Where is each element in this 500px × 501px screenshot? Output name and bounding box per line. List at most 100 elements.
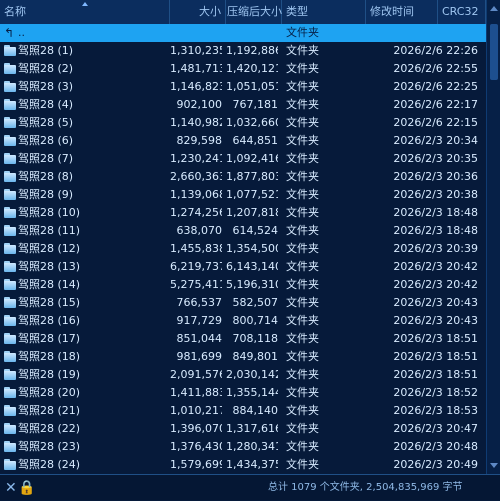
row-compressed-size: 849,801 — [232, 350, 279, 363]
row-type: 文件夹 — [286, 152, 319, 165]
folder-icon — [4, 189, 16, 200]
folder-row[interactable]: 驾照28 (8) 2,660,363 1,877,803 文件夹 2026/2/3 20… — [0, 168, 486, 186]
folder-row[interactable]: 驾照28 (2) 1,481,713 1,420,121 文件夹 2026/2/6 22… — [0, 60, 486, 78]
row-size: 1,139,068 — [170, 188, 222, 201]
row-name: .. — [18, 26, 25, 39]
row-modified: 2026/2/3 18:51 — [393, 332, 478, 345]
vertical-scrollbar[interactable] — [486, 0, 500, 474]
row-modified: 2026/2/6 22:26 — [393, 44, 478, 57]
folder-row[interactable]: 驾照28 (11) 638,070 614,524 文件夹 2026/2/3 18:48 — [0, 222, 486, 240]
row-name: 驾照28 (1) — [18, 44, 74, 57]
row-name: 驾照28 (11) — [18, 224, 81, 237]
row-type: 文件夹 — [286, 278, 319, 291]
row-type: 文件夹 — [286, 242, 319, 255]
row-compressed-size: 582,507 — [232, 296, 279, 309]
folder-row[interactable]: 驾照28 (10) 1,274,256 1,207,818 文件夹 2026/2/3 1… — [0, 204, 486, 222]
row-size: 1,579,699 — [170, 458, 222, 471]
folder-row[interactable]: 驾照28 (16) 917,729 800,714 文件夹 2026/2/3 20:43 — [0, 312, 486, 330]
folder-row[interactable]: 驾照28 (4) 902,100 767,181 文件夹 2026/2/6 22:17 — [0, 96, 486, 114]
folder-row[interactable]: 驾照28 (7) 1,230,241 1,092,416 文件夹 2026/2/3 20… — [0, 150, 486, 168]
row-compressed-size: 1,051,051 — [226, 80, 278, 93]
folder-row[interactable]: 驾照28 (18) 981,699 849,801 文件夹 2026/2/3 18:51 — [0, 348, 486, 366]
row-type: 文件夹 — [286, 134, 319, 147]
row-type: 文件夹 — [286, 44, 319, 57]
column-header-modified[interactable]: 修改时间 — [366, 0, 438, 24]
row-modified: 2026/2/3 20:49 — [393, 458, 478, 471]
folder-row[interactable]: 驾照28 (22) 1,396,070 1,317,616 文件夹 2026/2/3 2… — [0, 420, 486, 438]
folder-icon — [4, 459, 16, 470]
row-size: 1,481,713 — [170, 62, 222, 75]
folder-row[interactable]: 驾照28 (24) 1,579,699 1,434,375 文件夹 2026/2/3 2… — [0, 456, 486, 474]
row-size: 6,219,737 — [170, 260, 222, 273]
row-type: 文件夹 — [286, 206, 319, 219]
folder-row[interactable]: 驾照28 (19) 2,091,576 2,030,142 文件夹 2026/2/3 1… — [0, 366, 486, 384]
folder-icon — [4, 441, 16, 452]
column-header-name[interactable]: 名称 — [0, 0, 170, 24]
scroll-down-arrow-icon[interactable] — [490, 463, 498, 468]
row-modified: 2026/2/3 20:38 — [393, 188, 478, 201]
folder-row[interactable]: 驾照28 (5) 1,140,982 1,032,660 文件夹 2026/2/6 22… — [0, 114, 486, 132]
folder-row[interactable]: 驾照28 (6) 829,598 644,851 文件夹 2026/2/3 20:34 — [0, 132, 486, 150]
folder-row[interactable]: 驾照28 (21) 1,010,217 884,140 文件夹 2026/2/3 18:… — [0, 402, 486, 420]
row-type: 文件夹 — [286, 80, 319, 93]
row-size: 638,070 — [176, 224, 223, 237]
folder-row[interactable]: 驾照28 (20) 1,411,883 1,355,144 文件夹 2026/2/3 1… — [0, 384, 486, 402]
row-type: 文件夹 — [286, 314, 319, 327]
row-type: 文件夹 — [286, 386, 319, 399]
folder-row[interactable]: 驾照28 (12) 1,455,838 1,354,500 文件夹 2026/2/3 2… — [0, 240, 486, 258]
folder-row[interactable]: 驾照28 (9) 1,139,068 1,077,521 文件夹 2026/2/3 20… — [0, 186, 486, 204]
row-modified: 2026/2/3 20:35 — [393, 152, 478, 165]
folder-row[interactable]: 驾照28 (15) 766,537 582,507 文件夹 2026/2/3 20:43 — [0, 294, 486, 312]
scroll-up-arrow-icon[interactable] — [490, 6, 498, 11]
row-size: 1,140,982 — [170, 116, 222, 129]
row-compressed-size: 1,077,521 — [226, 188, 278, 201]
lock-icon[interactable]: 🔒 — [18, 480, 35, 496]
column-header-name-label: 名称 — [4, 5, 26, 18]
folder-icon — [4, 261, 16, 272]
row-size: 1,010,217 — [170, 404, 222, 417]
folder-icon — [4, 333, 16, 344]
row-compressed-size: 1,355,144 — [226, 386, 278, 399]
row-size: 2,091,576 — [170, 368, 222, 381]
row-compressed-size: 5,196,310 — [226, 278, 278, 291]
folder-row[interactable]: 驾照28 (1) 1,310,235 1,192,886 文件夹 2026/2/6 22… — [0, 42, 486, 60]
folder-row[interactable]: 驾照28 (23) 1,376,430 1,280,341 文件夹 2026/2/3 2… — [0, 438, 486, 456]
row-modified: 2026/2/3 20:42 — [393, 260, 478, 273]
row-name: 驾照28 (19) — [18, 368, 81, 381]
row-type: 文件夹 — [286, 116, 319, 129]
row-size: 1,376,430 — [170, 440, 222, 453]
column-header-crc[interactable]: CRC32 — [438, 0, 486, 24]
row-modified: 2026/2/3 18:53 — [393, 404, 478, 417]
scrollbar-thumb[interactable] — [490, 24, 498, 80]
row-name: 驾照28 (6) — [18, 134, 74, 147]
row-size: 766,537 — [176, 296, 223, 309]
row-size: 2,660,363 — [170, 170, 222, 183]
row-name: 驾照28 (2) — [18, 62, 74, 75]
row-compressed-size: 1,420,121 — [226, 62, 278, 75]
row-compressed-size: 800,714 — [232, 314, 279, 327]
row-name: 驾照28 (3) — [18, 80, 74, 93]
row-type: 文件夹 — [286, 98, 319, 111]
close-icon[interactable]: ✕ — [5, 480, 17, 496]
row-type: 文件夹 — [286, 224, 319, 237]
parent-folder-row[interactable]: ↰ .. 文件夹 — [0, 24, 486, 42]
column-header-size[interactable]: 大小 — [170, 0, 226, 24]
row-size: 829,598 — [176, 134, 223, 147]
row-name: 驾照28 (13) — [18, 260, 81, 273]
row-modified: 2026/2/3 20:43 — [393, 314, 478, 327]
folder-row[interactable]: 驾照28 (3) 1,146,823 1,051,051 文件夹 2026/2/6 22… — [0, 78, 486, 96]
folder-row[interactable]: 驾照28 (14) 5,275,411 5,196,310 文件夹 2026/2/3 2… — [0, 276, 486, 294]
folder-icon — [4, 315, 16, 326]
folder-row[interactable]: 驾照28 (13) 6,219,737 6,143,140 文件夹 2026/2/3 2… — [0, 258, 486, 276]
row-compressed-size: 1,317,616 — [226, 422, 278, 435]
row-name: 驾照28 (12) — [18, 242, 81, 255]
row-name: 驾照28 (15) — [18, 296, 81, 309]
folder-icon — [4, 387, 16, 398]
folder-row[interactable]: 驾照28 (17) 851,044 708,118 文件夹 2026/2/3 18:51 — [0, 330, 486, 348]
folder-icon — [4, 279, 16, 290]
column-header-type[interactable]: 类型 — [282, 0, 366, 24]
folder-rows: 驾照28 (1) 1,310,235 1,192,886 文件夹 2026/2/6 22… — [0, 42, 486, 474]
column-header-compressed[interactable]: 压缩后大小 — [226, 0, 282, 24]
row-size: 1,230,241 — [170, 152, 222, 165]
folder-icon — [4, 369, 16, 380]
